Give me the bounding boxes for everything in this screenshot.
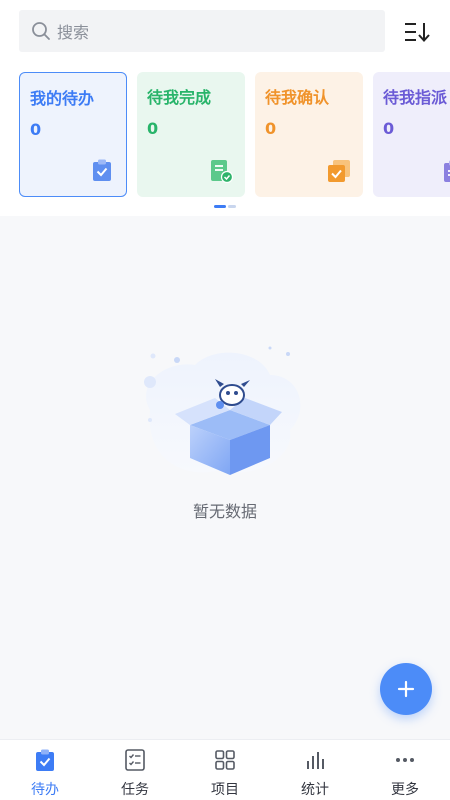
tab-label: 任务: [121, 782, 149, 798]
sort-icon: [405, 23, 430, 42]
tab-projects[interactable]: 项目: [180, 740, 270, 800]
bottom-tab-bar: 待办 任务 项目 统计 更多: [0, 739, 450, 800]
top-bar: 搜索: [0, 0, 450, 66]
card-count: 0: [383, 119, 395, 138]
card-title: 待我完成: [147, 88, 212, 107]
search-placeholder: 搜索: [57, 23, 90, 42]
card-title: 待我确认: [265, 88, 330, 107]
card-count: 0: [265, 119, 277, 138]
summary-cards: 我的待办 0 待我完成 0 待我确认 0 待我指派 0: [0, 66, 450, 216]
assign-icon: [444, 160, 450, 182]
more-icon: [396, 758, 414, 762]
search-input[interactable]: 搜索: [19, 10, 385, 52]
tab-more[interactable]: 更多: [360, 740, 450, 800]
tab-label: 统计: [301, 782, 329, 798]
clipboard-check-icon: [93, 159, 111, 181]
stats-icon: [307, 752, 324, 769]
tab-label: 项目: [211, 782, 239, 798]
tab-todo[interactable]: 待办: [0, 740, 90, 800]
empty-state: 暂无数据: [0, 320, 450, 540]
search-icon: [32, 22, 50, 40]
tab-tasks[interactable]: 任务: [90, 740, 180, 800]
card-count: 0: [30, 120, 42, 139]
card-to-complete[interactable]: 待我完成 0: [137, 72, 245, 197]
document-check-icon: [211, 160, 233, 183]
tab-label: 待办: [31, 782, 59, 798]
task-list-icon: [125, 749, 145, 771]
add-button[interactable]: [380, 663, 432, 715]
tab-stats[interactable]: 统计: [270, 740, 360, 800]
card-title: 待我指派: [383, 88, 448, 107]
tab-label: 更多: [391, 782, 419, 798]
sort-button[interactable]: [398, 14, 436, 50]
card-title: 我的待办: [30, 89, 95, 108]
card-my-todo[interactable]: 我的待办 0: [19, 72, 127, 197]
card-to-assign[interactable]: 待我指派 0: [373, 72, 450, 197]
todo-icon: [36, 749, 54, 771]
page-indicator: [214, 205, 236, 208]
card-to-confirm[interactable]: 待我确认 0: [255, 72, 363, 197]
empty-text: 暂无数据: [192, 502, 257, 521]
empty-box-icon: [144, 346, 301, 475]
plus-icon: [397, 680, 415, 698]
card-count: 0: [147, 119, 159, 138]
grid-icon: [215, 750, 235, 770]
stack-check-icon: [328, 160, 350, 182]
